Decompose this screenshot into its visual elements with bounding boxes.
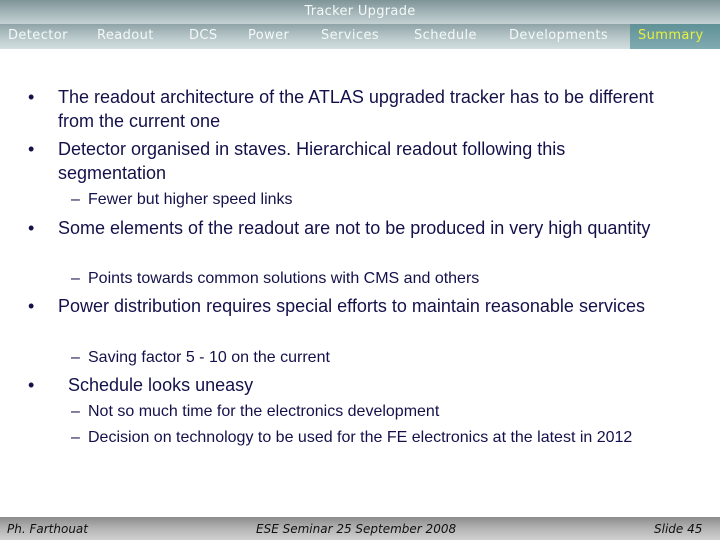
bullet-dot-icon: • xyxy=(28,218,35,238)
nav-item-detector[interactable]: Detector xyxy=(8,24,68,49)
dash-icon: – xyxy=(71,403,80,420)
nav-bar: Detector Readout DCS Power Services Sche… xyxy=(0,24,720,49)
bullet-item: • Some elements of the readout are not t… xyxy=(28,216,678,240)
sub-bullet-text: Saving factor 5 - 10 on the current xyxy=(88,349,330,366)
footer-slide-number: Slide 45 xyxy=(654,522,703,536)
bullet-item: • Power distribution requires special ef… xyxy=(28,294,678,318)
nav-item-services[interactable]: Services xyxy=(321,24,379,49)
sub-bullet-text: Points towards common solutions with CMS… xyxy=(88,270,480,287)
nav-item-readout[interactable]: Readout xyxy=(97,24,154,49)
bullet-item: • The readout architecture of the ATLAS … xyxy=(28,85,678,133)
sub-bullet-item: – Saving factor 5 - 10 on the current xyxy=(71,348,330,368)
bullet-text: Power distribution requires special effo… xyxy=(58,296,645,316)
sub-bullet-text: Decision on technology to be used for th… xyxy=(88,429,633,446)
dash-icon: – xyxy=(71,270,80,287)
dash-icon: – xyxy=(71,349,80,366)
nav-item-power[interactable]: Power xyxy=(248,24,289,49)
nav-item-dcs[interactable]: DCS xyxy=(189,24,218,49)
sub-bullet-text: Fewer but higher speed links xyxy=(88,191,293,208)
sub-bullet-item: – Points towards common solutions with C… xyxy=(71,269,480,289)
bullet-dot-icon: • xyxy=(28,87,35,107)
slide-title-bar: Tracker Upgrade xyxy=(0,0,720,24)
sub-bullet-text: Not so much time for the electronics dev… xyxy=(88,403,440,420)
bullet-text: Detector organised in staves. Hierarchic… xyxy=(58,139,566,183)
nav-item-schedule[interactable]: Schedule xyxy=(414,24,477,49)
slide-footer: Ph. Farthouat ESE Seminar 25 September 2… xyxy=(0,517,720,540)
slide-title: Tracker Upgrade xyxy=(304,4,416,19)
sub-bullet-item: – Fewer but higher speed links xyxy=(71,190,293,210)
dash-icon: – xyxy=(71,429,80,446)
bullet-dot-icon: • xyxy=(28,296,35,316)
bullet-text: Schedule looks uneasy xyxy=(68,375,254,395)
bullet-item: • Detector organised in staves. Hierarch… xyxy=(28,137,678,185)
nav-item-summary[interactable]: Summary xyxy=(630,24,720,49)
bullet-text: The readout architecture of the ATLAS up… xyxy=(58,87,654,131)
dash-icon: – xyxy=(71,191,80,208)
footer-event: ESE Seminar 25 September 2008 xyxy=(256,522,457,536)
sub-bullet-item: – Decision on technology to be used for … xyxy=(71,428,633,448)
nav-item-developments[interactable]: Developments xyxy=(509,24,608,49)
bullet-dot-icon: • xyxy=(28,139,35,159)
bullet-item: • Schedule looks uneasy xyxy=(28,373,688,397)
bullet-dot-icon: • xyxy=(28,375,35,395)
footer-author: Ph. Farthouat xyxy=(7,522,88,536)
bullet-text: Some elements of the readout are not to … xyxy=(58,218,651,238)
sub-bullet-item: – Not so much time for the electronics d… xyxy=(71,402,440,422)
